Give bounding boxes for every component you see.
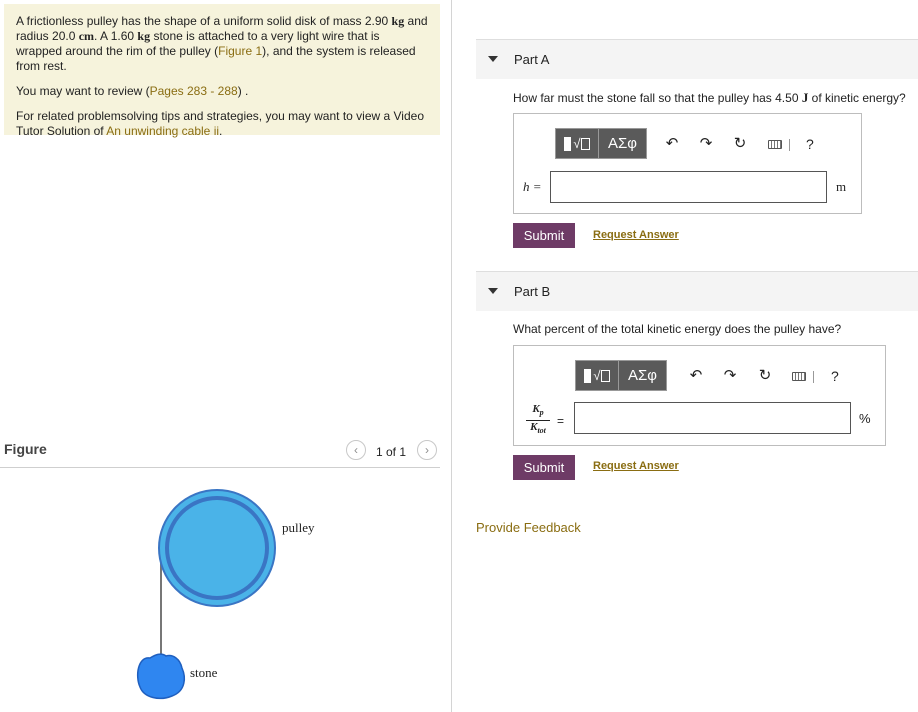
part-b-title: Part B — [514, 284, 551, 299]
problem-text-3: . A 1.60 — [94, 29, 138, 43]
toolbar-separator — [789, 139, 790, 151]
figure-link[interactable]: Figure 1 — [218, 44, 262, 58]
chevron-right-icon: › — [425, 443, 429, 457]
template-block-icon — [564, 136, 572, 151]
figure-counter: 1 of 1 — [376, 445, 407, 459]
math-toolbar: √ ΑΣφ — [575, 360, 667, 391]
redo-icon[interactable]: ↷ — [698, 136, 714, 152]
template-box-icon — [600, 369, 610, 382]
templates-button[interactable]: √ — [556, 129, 599, 158]
keyboard-icon[interactable] — [792, 372, 806, 381]
part-b-request-answer-link[interactable]: Request Answer — [593, 460, 679, 472]
problem-text: A frictionless pulley has the shape of a… — [16, 14, 428, 74]
fraction-equals: = — [557, 414, 565, 428]
part-a-question-end: of kinetic energy? — [808, 91, 906, 105]
h-input[interactable] — [550, 171, 827, 203]
part-a-submit-button[interactable]: Submit — [513, 223, 575, 248]
chevron-left-icon: ‹ — [354, 443, 358, 457]
part-b-unit: % — [859, 411, 871, 426]
fraction-numerator: Kp — [526, 403, 550, 422]
review-text: You may want to review ( — [16, 84, 150, 98]
collapse-triangle-icon — [488, 288, 498, 294]
denominator-subscript: tot — [537, 426, 546, 436]
part-b-submit-button[interactable]: Submit — [513, 455, 575, 480]
part-a-title: Part A — [514, 52, 550, 67]
part-a-request-answer-link[interactable]: Request Answer — [593, 229, 679, 241]
numerator-symbol: K — [532, 403, 540, 415]
provide-feedback-link[interactable]: Provide Feedback — [476, 520, 581, 535]
pulley-figure: pulley stone — [137, 489, 315, 699]
column-divider — [451, 0, 452, 712]
figure-header: Figure ‹ 1 of 1 › — [0, 438, 440, 468]
review-pages-link[interactable]: Pages 283 - 288 — [150, 84, 238, 98]
unit-kg-2: kg — [137, 29, 151, 43]
pulley-disk — [158, 489, 276, 607]
unit-kg: kg — [391, 14, 405, 28]
undo-icon[interactable]: ↶ — [664, 136, 680, 152]
review-line: You may want to review (Pages 283 - 288)… — [16, 84, 428, 99]
part-a-answer-box: √ ΑΣφ ↶ ↷ ↻ ? h = m — [513, 113, 862, 214]
part-a-question: How far must the stone fall so that the … — [513, 90, 906, 106]
figure-title: Figure — [4, 441, 47, 457]
help-icon[interactable]: ? — [831, 368, 839, 384]
video-tutor-link[interactable]: An unwinding cable ii — [106, 124, 219, 138]
percent-input[interactable] — [574, 402, 851, 434]
numerator-subscript: p — [539, 408, 544, 418]
symbols-button[interactable]: ΑΣφ — [619, 361, 666, 390]
redo-icon[interactable]: ↷ — [722, 368, 738, 384]
h-label: h = — [523, 179, 542, 194]
math-toolbar: √ ΑΣφ — [555, 128, 647, 159]
part-b-question: What percent of the total kinetic energy… — [513, 322, 842, 336]
part-a-question-text: How far must the stone fall so that the … — [513, 91, 802, 105]
fraction-denominator: Ktot — [526, 421, 550, 437]
problem-statement: A frictionless pulley has the shape of a… — [4, 4, 440, 138]
help-icon[interactable]: ? — [806, 136, 814, 152]
templates-button[interactable]: √ — [576, 361, 619, 390]
keyboard-icon[interactable] — [768, 140, 782, 149]
part-a-unit: m — [836, 179, 847, 194]
toolbar-separator — [813, 371, 814, 383]
related-end: . — [219, 124, 223, 138]
kp-over-ktot-fraction: Kp Ktot — [526, 404, 550, 437]
sqrt-icon: √ — [573, 136, 581, 151]
part-a-header[interactable]: Part A — [476, 39, 918, 79]
problem-text-1: A frictionless pulley has the shape of a… — [16, 14, 392, 28]
part-b-header[interactable]: Part B — [476, 271, 918, 311]
reset-icon[interactable]: ↻ — [732, 136, 748, 152]
stone-shape — [137, 653, 186, 699]
figure-next-button[interactable]: › — [417, 440, 437, 460]
symbols-button[interactable]: ΑΣφ — [599, 129, 646, 158]
collapse-triangle-icon — [488, 56, 498, 62]
template-box-icon — [580, 137, 590, 150]
reset-icon[interactable]: ↻ — [757, 368, 773, 384]
unit-cm: cm — [78, 29, 95, 43]
part-b-answer-box: √ ΑΣφ ↶ ↷ ↻ ? Kp Ktot = % — [513, 345, 886, 446]
figure-prev-button[interactable]: ‹ — [346, 440, 366, 460]
stone-label: stone — [190, 665, 218, 680]
pulley-label: pulley — [282, 520, 315, 535]
undo-icon[interactable]: ↶ — [688, 368, 704, 384]
sqrt-icon: √ — [593, 368, 601, 383]
template-block-icon — [584, 368, 592, 383]
related-line: For related problemsolving tips and stra… — [16, 109, 428, 139]
review-end: ) . — [237, 84, 249, 98]
